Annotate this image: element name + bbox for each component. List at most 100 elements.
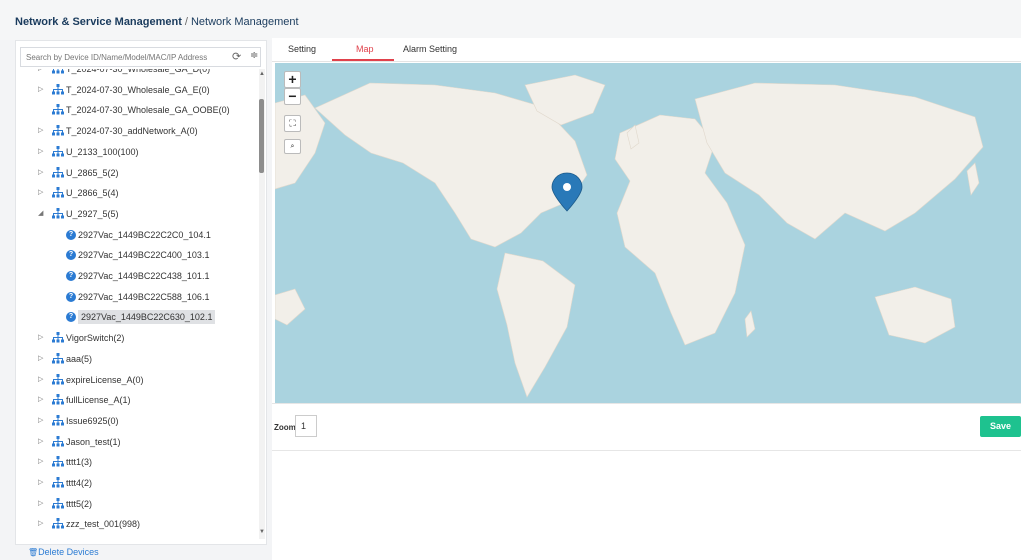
tree-group-item[interactable]: ▷ expireLicense_A(0)	[16, 370, 256, 390]
tree-item-label: tttt4(2)	[66, 478, 93, 488]
unknown-status-icon: ?	[66, 229, 76, 240]
tree-item-label: Jason_test(1)	[66, 436, 121, 447]
expand-arrow-icon[interactable]: ▷	[38, 168, 43, 176]
tree-group-item[interactable]: ▷ U_2133_100(100)	[16, 142, 256, 162]
tree-item-label: expireLicense_A(0)	[66, 374, 144, 385]
tree-group-item[interactable]: ◢ U_2927_5(5)	[16, 204, 256, 224]
refresh-icon[interactable]: ⟳	[232, 50, 241, 63]
main-panel: Setting Map Alarm Setting + − ⛶ ⌕ Zoom 1…	[272, 38, 1021, 560]
network-group-icon	[52, 414, 64, 426]
australia-landmass	[874, 286, 956, 344]
delete-devices-label: Delete Devices	[38, 547, 99, 557]
tree-item-label: Issue6925(0)	[66, 415, 119, 426]
tree-group-item[interactable]: ▷ aaa(5)	[16, 349, 256, 369]
tree-device-item[interactable]: ? 2927Vac_1449BC22C438_101.1	[16, 266, 256, 286]
tree-item-label: aaa(5)	[66, 353, 93, 364]
expand-arrow-icon[interactable]: ▷	[38, 416, 43, 424]
network-group-icon	[52, 518, 64, 529]
save-button[interactable]: Save	[980, 416, 1021, 437]
tree-item-label: T_2024-07-30_Wholesale_GA_OOBE(0)	[66, 105, 230, 116]
tree-item-label: U_2865_5(2)	[66, 167, 119, 178]
collapse-arrow-icon[interactable]: ◢	[38, 209, 43, 217]
network-group-icon	[52, 497, 64, 509]
tab-map[interactable]: Map	[356, 44, 374, 54]
tree-group-item[interactable]: ▷ T_2024-07-30_addNetwork_A(0)	[16, 121, 256, 141]
tree-group-item[interactable]: ▷ U_2866_5(4)	[16, 183, 256, 203]
search-icon[interactable]: ⌕	[284, 139, 301, 154]
tree-group-item[interactable]: ▷ fullLicense_A(1)	[16, 390, 256, 410]
expand-arrow-icon[interactable]: ▷	[38, 437, 43, 445]
expand-arrow-icon[interactable]: ▷	[38, 395, 43, 403]
scroll-up-arrow[interactable]: ▲	[259, 71, 265, 77]
network-group-icon	[52, 83, 64, 95]
scroll-down-arrow[interactable]: ▼	[259, 529, 265, 535]
tree-device-item[interactable]: ? 2927Vac_1449BC22C400_103.1	[16, 245, 256, 265]
tree-item-label: T_2024-07-30_Wholesale_GA_D(0)	[66, 69, 211, 74]
tab-alarm-setting[interactable]: Alarm Setting	[403, 44, 457, 54]
expand-arrow-icon[interactable]: ▷	[38, 85, 43, 93]
tree-item-label: 2927Vac_1449BC22C400_103.1	[78, 250, 210, 261]
trash-icon: 🗑	[28, 548, 39, 557]
tree-item-label: U_2133_100(100)	[66, 146, 139, 157]
tree-item-label: VigorSwitch(2)	[66, 333, 125, 344]
tree-device-item[interactable]: ? 2927Vac_1449BC22C630_102.1	[16, 307, 256, 327]
expand-arrow-icon[interactable]: ▷	[38, 499, 43, 507]
delete-devices-link[interactable]: 🗑Delete Devices	[28, 547, 99, 557]
tree-item-label: T_2024-07-30_addNetwork_A(0)	[66, 126, 198, 137]
network-group-icon	[52, 69, 64, 74]
breadcrumb-page: Network Management	[190, 16, 299, 28]
tab-setting[interactable]: Setting	[288, 44, 316, 54]
unknown-status-icon: ?	[66, 312, 76, 323]
tree-item-label: T_2024-07-30_Wholesale_GA_E(0)	[66, 84, 210, 95]
expand-arrow-icon[interactable]: ▷	[38, 478, 43, 486]
expand-arrow-icon[interactable]: ▷	[38, 375, 43, 383]
tree-group-item[interactable]: T_2024-07-30_Wholesale_GA_OOBE(0)	[16, 100, 256, 120]
expand-arrow-icon[interactable]: ▷	[38, 69, 43, 72]
tree-item-label: zzz_test_001(998)	[66, 519, 141, 530]
tree-group-item[interactable]: ▷ T_2024-07-30_Wholesale_GA_E(0)	[16, 80, 256, 100]
network-group-icon	[52, 125, 64, 136]
expand-arrow-icon[interactable]: ▷	[38, 354, 43, 362]
network-group-icon	[52, 394, 64, 405]
tree-group-item[interactable]: ▷ U_2865_5(2)	[16, 163, 256, 183]
expand-arrow-icon[interactable]: ▷	[38, 457, 43, 465]
world-map[interactable]: + − ⛶ ⌕	[275, 63, 1021, 403]
tree-item-label: U_2927_5(5)	[66, 208, 119, 219]
expand-arrow-icon[interactable]: ▷	[38, 188, 43, 196]
breadcrumb-section[interactable]: Network & Service Management	[15, 16, 182, 28]
tree-item-label: tttt1(3)	[66, 457, 93, 468]
zoom-out-button[interactable]: −	[284, 88, 301, 105]
fullscreen-icon[interactable]: ⛶	[284, 115, 301, 132]
tree-group-item[interactable]: ▷ Issue6925(0)	[16, 411, 256, 431]
network-group-icon	[52, 373, 64, 384]
network-group-icon	[52, 166, 64, 177]
page-header: Network & Service Management / Network Man…	[0, 0, 1021, 40]
tree-group-item[interactable]: ▷ Jason_test(1)	[16, 432, 256, 452]
expand-arrow-icon[interactable]: ▷	[38, 519, 43, 527]
network-group-icon	[52, 207, 64, 219]
tree-group-item[interactable]: ▷ tttt4(2)	[16, 473, 256, 493]
zoom-in-button[interactable]: +	[284, 71, 301, 88]
tree-device-item[interactable]: ? 2927Vac_1449BC22C2C0_104.1	[16, 225, 256, 245]
network-group-icon	[52, 332, 64, 343]
expand-arrow-icon[interactable]: ▷	[38, 147, 43, 155]
tree-group-item[interactable]: ▷ T_2024-07-30_Wholesale_GA_D(0)	[16, 69, 256, 79]
tree-group-item[interactable]: ▷ tttt1(3)	[16, 452, 256, 472]
search-input[interactable]	[21, 48, 221, 66]
tree-device-item[interactable]: ? 2927Vac_1449BC22C588_106.1	[16, 287, 256, 307]
expand-arrow-icon[interactable]: ▷	[38, 333, 43, 341]
tree-item-label: fullLicense_A(1)	[66, 395, 131, 406]
tree-group-item[interactable]: ▷ VigorSwitch(2)	[16, 328, 256, 348]
zoom-label: Zoom	[274, 423, 296, 432]
asia-landmass	[694, 82, 984, 240]
madagascar-island	[744, 310, 756, 338]
filter-icon[interactable]: ≑	[250, 50, 258, 61]
device-tree-panel: ⟳ ≑ ▷ T_2024-07-30_Wholesale_GA_D(0) ▷ T_20…	[15, 40, 267, 545]
tree-group-item[interactable]: ▷ tttt5(2)	[16, 494, 256, 514]
zoom-input[interactable]: 1	[295, 415, 317, 437]
tree-item-label: U_2866_5(4)	[66, 188, 119, 199]
scrollbar-thumb[interactable]	[259, 99, 264, 173]
tree-item-label: 2927Vac_1449BC22C588_106.1	[78, 291, 210, 302]
expand-arrow-icon[interactable]: ▷	[38, 126, 43, 134]
tree-group-item[interactable]: ▷ zzz_test_001(998)	[16, 514, 256, 534]
